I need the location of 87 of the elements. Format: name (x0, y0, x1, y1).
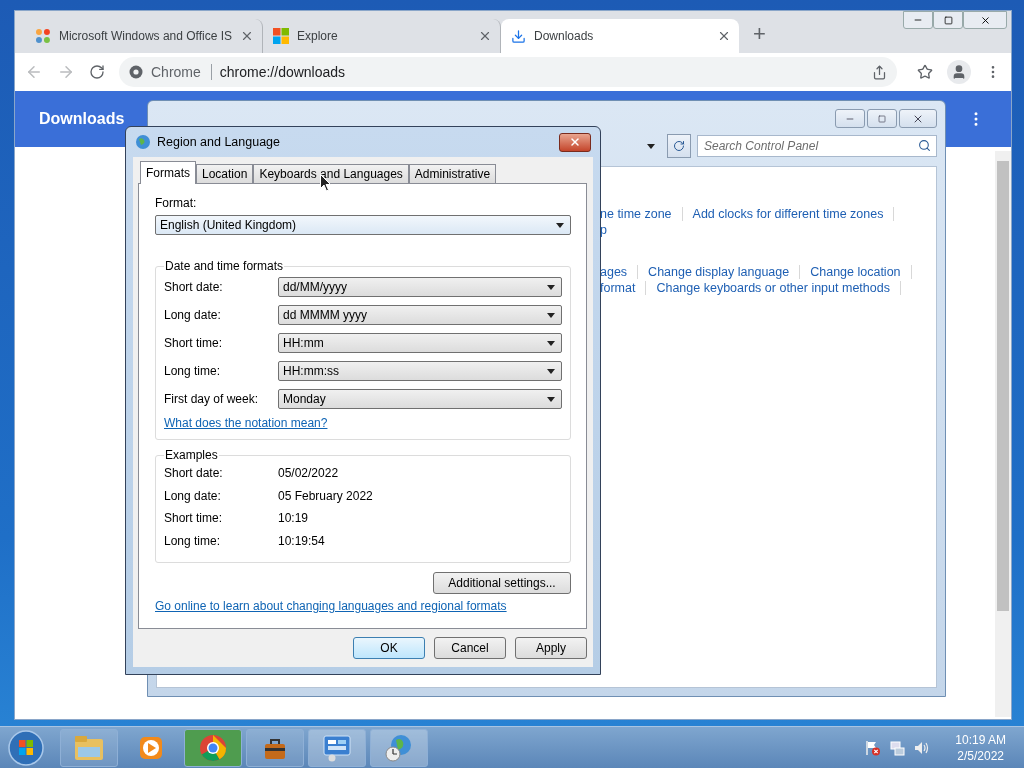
refresh-button[interactable] (667, 134, 691, 158)
restore-icon (943, 15, 953, 25)
dialog-button[interactable]: Apply (515, 637, 587, 659)
additional-settings-button[interactable]: Additional settings... (433, 572, 571, 594)
close-icon[interactable] (478, 29, 492, 43)
example-label: Short date: (164, 466, 224, 481)
download-icon (511, 28, 526, 44)
search-field[interactable]: Search Control Panel (697, 135, 937, 157)
page-title: Downloads (39, 110, 125, 128)
example-value: 10:19:54 (278, 533, 325, 548)
example-label: Long date: (164, 488, 222, 503)
dialog-button[interactable]: Cancel (434, 637, 506, 659)
dropdown-arrow-icon[interactable] (647, 143, 655, 149)
close-icon (979, 14, 991, 26)
task-link[interactable]: ages (600, 265, 628, 279)
close-icon (569, 136, 581, 148)
search-icon[interactable] (918, 139, 931, 152)
restore-button[interactable] (933, 11, 963, 29)
refresh-icon (673, 140, 685, 152)
close-button[interactable] (559, 132, 591, 152)
chrome-logo-icon (199, 733, 227, 762)
taskbar-button[interactable] (308, 728, 366, 767)
address-bar[interactable]: Chrome chrome://downloads (119, 57, 897, 87)
scrollbar[interactable] (995, 151, 1011, 717)
control-panel-icon (322, 733, 352, 762)
clock-date: 2/5/2022 (957, 747, 1004, 764)
url-text: chrome://downloads (219, 64, 346, 80)
dialog-tab[interactable]: Administrative (408, 164, 497, 183)
example-label: Short time: (164, 511, 224, 526)
help-link[interactable]: Go online to learn about changing languages and regional formats (155, 599, 507, 613)
close-icon[interactable] (240, 29, 254, 43)
task-link[interactable]: Add clocks for different time zones (692, 207, 884, 221)
minimize-button[interactable] (903, 11, 933, 29)
field-label: First day of week: (164, 392, 260, 406)
dialog-tab[interactable]: Formats (140, 161, 196, 184)
group-title: Date and time formats (164, 259, 285, 273)
example-label: Long time: (164, 533, 222, 548)
clock-time: 10:19 AM (955, 731, 1006, 748)
example-value: 05/02/2022 (278, 466, 339, 481)
task-link[interactable]: Change location (810, 265, 901, 279)
windows-logo-icon (273, 28, 289, 44)
restore-icon (878, 114, 886, 123)
site-chip: Chrome (151, 64, 212, 80)
restore-button[interactable] (867, 109, 897, 128)
close-icon[interactable] (717, 29, 731, 43)
taskbar-button[interactable] (246, 728, 304, 767)
task-link[interactable]: p (600, 223, 607, 237)
field-label: Short date: (164, 280, 224, 294)
group-title: Examples (164, 448, 219, 462)
task-link[interactable]: ne time zone (600, 207, 672, 221)
format-dropdown[interactable]: dd/MM/yyyy (278, 277, 562, 297)
format-dropdown[interactable]: HH:mm:ss (278, 361, 562, 381)
format-dropdown[interactable]: Monday (278, 389, 562, 409)
field-label: Format: (155, 196, 198, 210)
task-link[interactable]: format (600, 281, 636, 295)
dialog-button[interactable]: OK (353, 637, 425, 659)
forward-icon[interactable] (57, 63, 75, 81)
profile-icon[interactable] (947, 60, 971, 84)
task-link[interactable]: Change keyboards or other input methods (656, 281, 890, 295)
media-player-icon (138, 734, 164, 761)
chrome-logo-icon (129, 65, 143, 79)
taskbar-button[interactable] (184, 728, 242, 767)
flag-error-icon[interactable] (865, 739, 882, 756)
field-label: Long date: (164, 308, 222, 322)
new-tab-button[interactable]: + (753, 21, 766, 47)
taskbar-button[interactable] (370, 728, 428, 767)
field-label: Long time: (164, 364, 222, 378)
browser-tab[interactable]: Downloads (501, 19, 739, 53)
task-link[interactable]: Change display language (648, 265, 790, 279)
dialog-title: Region and Language (157, 135, 282, 149)
help-link[interactable]: What does the notation mean? (164, 416, 328, 430)
folder-icon (74, 734, 104, 761)
example-value: 10:19 (278, 511, 309, 526)
reload-icon[interactable] (89, 64, 105, 80)
minimize-button[interactable] (835, 109, 865, 128)
start-button[interactable] (6, 727, 46, 768)
bookmark-star-icon[interactable] (917, 64, 933, 80)
format-dropdown[interactable]: HH:mm (278, 333, 562, 353)
example-value: 05 February 2022 (278, 488, 373, 503)
back-icon[interactable] (25, 63, 43, 81)
network-icon[interactable] (889, 739, 906, 756)
field-label: Short time: (164, 336, 224, 350)
format-dropdown[interactable]: dd MMMM yyyy (278, 305, 562, 325)
share-icon[interactable] (872, 64, 887, 80)
globe-clock-icon (384, 732, 414, 763)
format-dropdown[interactable]: English (United Kingdom) (155, 215, 571, 235)
dialog-tab[interactable]: Location (196, 164, 254, 183)
